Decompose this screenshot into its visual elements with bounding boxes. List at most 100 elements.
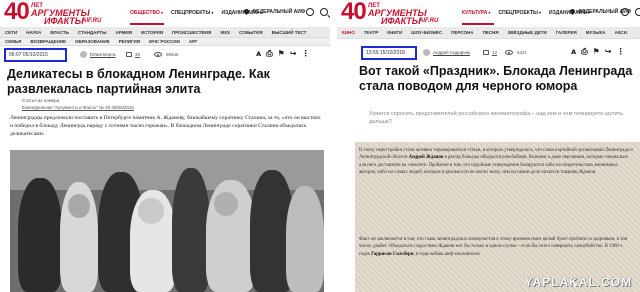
screenshot-collage: 40 ЛЕТ АРГУМЕНТЫ ИФАКТЫ AIF.RU ОБЩЕСТВО … [0, 0, 640, 292]
publish-date: 06:07 05/10/2015 [4, 48, 67, 62]
rubric-item[interactable]: ПРОИСШЕСТВИЯ [172, 27, 211, 37]
logo-domain: AIF.RU [419, 18, 439, 24]
eye-icon [154, 52, 162, 57]
nav-item-specprojects[interactable]: СПЕЦПРОЕКТЫ [171, 9, 214, 17]
divider [330, 0, 337, 292]
article-meta: 06:07 05/10/2015 Юлия Борта 38 95646 ᴀ ⎙… [0, 48, 330, 66]
rubric-item[interactable]: ПЕСНЯ [483, 27, 499, 38]
rubric-item[interactable]: СЕМЬЯ [5, 38, 21, 45]
user-icon[interactable] [621, 8, 629, 16]
search-icon[interactable] [320, 8, 328, 16]
publish-date: 13:59 15/10/2018 [361, 46, 417, 60]
rubric-item[interactable]: ИСТОРИЯ [141, 27, 163, 37]
rubric-item[interactable]: НАУКА [26, 27, 41, 37]
author-link[interactable]: Андрей Сидорчик [433, 49, 470, 57]
article-headline: Вот такой «Праздник». Блокада Ленинграда… [359, 64, 633, 93]
issue-source-link[interactable]: Еженедельник "Аргументы и Факты" № 40 30… [22, 105, 134, 110]
author-link[interactable]: Юлия Борта [90, 51, 116, 59]
rubric-item[interactable]: МУЗЫКА [586, 27, 606, 38]
logo-ifakty: ИФАКТЫ [44, 16, 84, 26]
rubric-bar: КИНО ТЕАТР КНИГИ ШОУ-БИЗНЕС ПЕРСОНА ПЕСН… [337, 27, 640, 39]
site-header: 40 ЛЕТ АРГУМЕНТЫ ИФАКТЫ AIF.RU ОБЩЕСТВО … [0, 0, 330, 27]
comment-icon [126, 52, 132, 57]
active-nav-underline [130, 23, 164, 25]
rubric-item[interactable]: ГАЛЕРЕЯ [556, 27, 577, 38]
logo-40: 40 [341, 0, 367, 25]
site-header: 40 ЛЕТ АРГУМЕНТЫ ИФАКТЫ AIF.RU КУЛЬТУРА … [337, 0, 640, 27]
logo-40: 40 [4, 0, 30, 25]
rubric-item[interactable]: МЧС РОССИИ [149, 38, 180, 45]
article-paragraph-2: Факт же заключается в том, что глава лен… [359, 236, 635, 258]
rubric-item[interactable]: РЕЛИГИЯ [119, 38, 140, 45]
share-icon[interactable]: ↪ [605, 48, 612, 56]
rubric-item[interactable]: ВОЗВРАЩЕНИЕ [30, 38, 66, 45]
comment-count[interactable]: 38 [135, 51, 140, 59]
print-icon[interactable]: ⎙ [266, 50, 272, 58]
article-meta: 13:59 15/10/2018 Андрей Сидорчик 12 6321… [337, 46, 640, 64]
paragraph-2-rest: , в годы войны шеф московского [413, 251, 480, 257]
comment-icon [483, 50, 489, 55]
logo-domain: AIF.RU [82, 18, 102, 24]
logo-ifakty: ИФАКТЫ [381, 16, 421, 26]
paragraph-2-bold: Гаррисон Солсбери [371, 251, 414, 257]
rubric-bar: СЕТИ НАУКА ВЛАСТЬ СТАНДАРТЫ АРМИЯ ИСТОРИ… [0, 27, 330, 38]
rubric-item[interactable]: ЖКХ [220, 27, 230, 37]
yaplakal-watermark: YAPLAKAL.COM [524, 275, 632, 289]
rubric-item[interactable]: ПЕРСОНА [451, 27, 473, 38]
rubric-item[interactable]: АКСИ [615, 27, 627, 38]
comment-count[interactable]: 12 [492, 49, 497, 57]
rubric-item[interactable]: КНИГИ [387, 27, 402, 38]
rubric-item[interactable]: ВЫСШИЙ ТЕСТ [272, 27, 307, 37]
header-icons [621, 8, 640, 16]
bookmark-icon[interactable]: ⚑ [278, 50, 285, 58]
user-icon[interactable] [306, 8, 314, 16]
more-icon[interactable]: ⋮ [617, 48, 625, 56]
nav-item-specprojects[interactable]: СПЕЦПРОЕКТЫ [499, 9, 542, 17]
nav-item-culture[interactable]: КУЛЬТУРА [462, 9, 491, 17]
rubric-item[interactable]: ЗВЁЗДНЫЕ ДЕТИ [508, 27, 547, 38]
header-icons [306, 8, 328, 16]
article-headline: Деликатесы в блокадном Ленинграде. Как р… [7, 67, 270, 96]
rubric-item[interactable]: ТЕАТР [364, 27, 379, 38]
rubric-item[interactable]: КИНО [342, 27, 355, 38]
nav-item-society[interactable]: ОБЩЕСТВО [130, 9, 163, 17]
eye-icon [505, 50, 513, 55]
article-paragraph-1: В эпоху перестройки стали активно тиражи… [359, 147, 635, 176]
rubric-item[interactable]: ВЛАСТЬ [50, 27, 69, 37]
issue-source-label: Статья из номера [22, 98, 60, 103]
search-icon[interactable] [635, 8, 640, 16]
view-count: 95646 [166, 52, 179, 57]
region-selector[interactable]: ФЕДЕРАЛЬНЫЙ АИФ [242, 7, 306, 16]
rubric-item[interactable]: ШОУ-БИЗНЕС [411, 27, 442, 38]
rubric-item[interactable]: СЕТИ [5, 27, 17, 37]
rubric-item[interactable]: СОБЫТИЯ [239, 27, 263, 37]
region-label: ФЕДЕРАЛЬНЫЙ АИФ [252, 9, 306, 15]
location-pin-icon [242, 7, 251, 16]
share-icon[interactable]: ↪ [290, 50, 297, 58]
paragraph-1-bold: Андрей Жданов [408, 155, 444, 161]
author-avatar [80, 51, 87, 58]
rubric-item[interactable]: СТАНДАРТЫ [78, 27, 107, 37]
active-nav-underline [462, 23, 494, 25]
location-pin-icon [568, 7, 577, 16]
view-count: 6321 [517, 50, 528, 55]
more-icon[interactable]: ⋮ [302, 50, 310, 58]
main-nav: ОБЩЕСТВО СПЕЦПРОЕКТЫ ИЗДАНИЯ АИФ [130, 9, 262, 17]
rubric-bar-row2: СЕМЬЯ ВОЗВРАЩЕНИЕ ОБРАЗОВАНИЕ РЕЛИГИЯ МЧ… [0, 38, 330, 46]
article-tools: ᴀ ⎙ ⚑ ↪ ⋮ [571, 48, 625, 56]
rubric-item[interactable]: ОБРАЗОВАНИЕ [75, 38, 110, 45]
author-avatar [423, 49, 430, 56]
font-size-icon[interactable]: ᴀ [571, 48, 576, 56]
issue-source: Статья из номера Еженедельник "Аргументы… [22, 97, 322, 111]
article-lead: Хочется спросить представителей российск… [369, 111, 623, 125]
rubric-item[interactable]: АРМИЯ [116, 27, 132, 37]
archive-photo [10, 150, 324, 292]
bookmark-icon[interactable]: ⚑ [593, 48, 600, 56]
article-lead: Ленинградцы предложили поставить в Петер… [10, 115, 321, 137]
article-tools: ᴀ ⎙ ⚑ ↪ ⋮ [256, 50, 310, 58]
print-icon[interactable]: ⎙ [581, 48, 587, 56]
font-size-icon[interactable]: ᴀ [256, 50, 261, 58]
rubric-item[interactable]: АРГ [189, 38, 198, 45]
left-article-screenshot: 40 ЛЕТ АРГУМЕНТЫ ИФАКТЫ AIF.RU ОБЩЕСТВО … [0, 0, 330, 292]
right-article-screenshot: 40 ЛЕТ АРГУМЕНТЫ ИФАКТЫ AIF.RU КУЛЬТУРА … [337, 0, 640, 292]
